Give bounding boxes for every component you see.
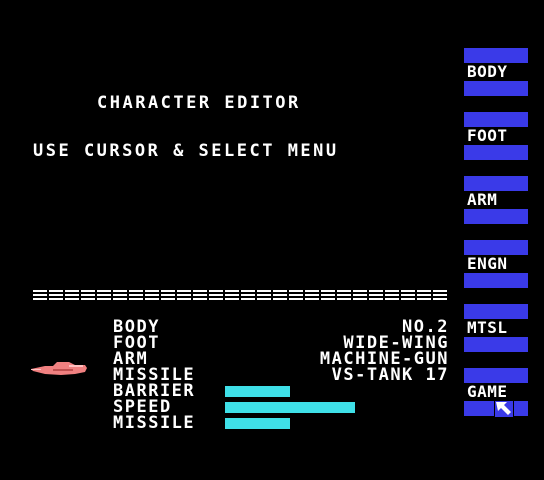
menu-item-label: BODY bbox=[466, 62, 509, 81]
arrow-cursor-icon bbox=[495, 401, 513, 417]
menu-item-missile[interactable]: MTSL bbox=[464, 304, 528, 352]
menu-item-body[interactable]: BODY bbox=[464, 48, 528, 96]
missile-stat-label: MISSILE bbox=[113, 413, 196, 433]
missile-value: VS-TANK 17 bbox=[331, 365, 449, 385]
page-title: CHARACTER EDITOR bbox=[97, 93, 301, 113]
speed-bar bbox=[225, 402, 355, 413]
menu-band bbox=[464, 112, 528, 127]
menu-item-engine[interactable]: ENGN bbox=[464, 240, 528, 288]
menu-item-label: FOOT bbox=[466, 126, 509, 145]
menu-item-arm[interactable]: ARM bbox=[464, 176, 528, 224]
menu-item-label: ENGN bbox=[466, 254, 509, 273]
instruction-text: USE CURSOR & SELECT MENU bbox=[33, 141, 339, 161]
menu-band bbox=[464, 48, 528, 63]
menu-item-foot[interactable]: FOOT bbox=[464, 112, 528, 160]
menu-item-label: GAME bbox=[466, 382, 509, 401]
menu-band bbox=[464, 209, 528, 224]
menu-item-label: ARM bbox=[466, 190, 499, 209]
menu-band bbox=[464, 368, 528, 383]
menu-band bbox=[464, 401, 494, 416]
ship-sprite-icon bbox=[31, 362, 87, 375]
menu-band bbox=[464, 240, 528, 255]
menu-band bbox=[464, 145, 528, 160]
menu-band bbox=[464, 304, 528, 319]
menu-band bbox=[464, 337, 528, 352]
menu-band bbox=[464, 273, 528, 288]
barrier-bar bbox=[225, 386, 290, 397]
menu-band bbox=[464, 81, 528, 96]
menu-band bbox=[464, 176, 528, 191]
menu-band bbox=[514, 401, 528, 416]
menu-item-label: MTSL bbox=[466, 318, 509, 337]
missile-stat-bar bbox=[225, 418, 290, 429]
separator-line bbox=[33, 290, 449, 300]
